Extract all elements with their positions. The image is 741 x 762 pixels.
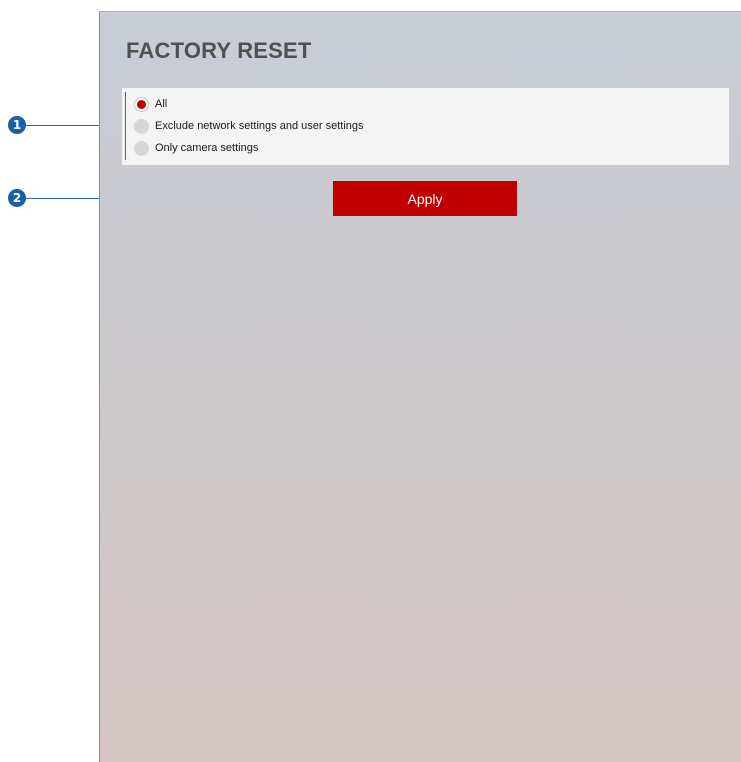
radio-selected-icon[interactable] xyxy=(134,96,149,112)
apply-button[interactable]: Apply xyxy=(333,181,517,216)
callout-badge-1: 1 xyxy=(8,116,26,134)
reset-option-exclude-network-user[interactable]: Exclude network settings and user settin… xyxy=(134,117,364,135)
radio-unselected-icon[interactable] xyxy=(134,140,149,156)
radio-unselected-icon[interactable] xyxy=(134,118,149,134)
factory-reset-page: 1 2 FACTORY RESET All Exclude network se… xyxy=(0,0,741,762)
reset-option-camera-only-label: Only camera settings xyxy=(155,142,259,154)
callout-badge-2: 2 xyxy=(8,189,26,207)
reset-option-all[interactable]: All xyxy=(134,95,167,113)
reset-option-exclude-network-user-label: Exclude network settings and user settin… xyxy=(155,120,364,132)
reset-option-camera-only[interactable]: Only camera settings xyxy=(134,139,258,157)
options-group-indicator xyxy=(125,92,126,160)
reset-option-all-label: All xyxy=(155,98,168,110)
reset-options-group: All Exclude network settings and user se… xyxy=(122,88,729,165)
page-title: FACTORY RESET xyxy=(126,38,312,63)
factory-reset-panel: FACTORY RESET All Exclude network settin… xyxy=(99,11,741,762)
